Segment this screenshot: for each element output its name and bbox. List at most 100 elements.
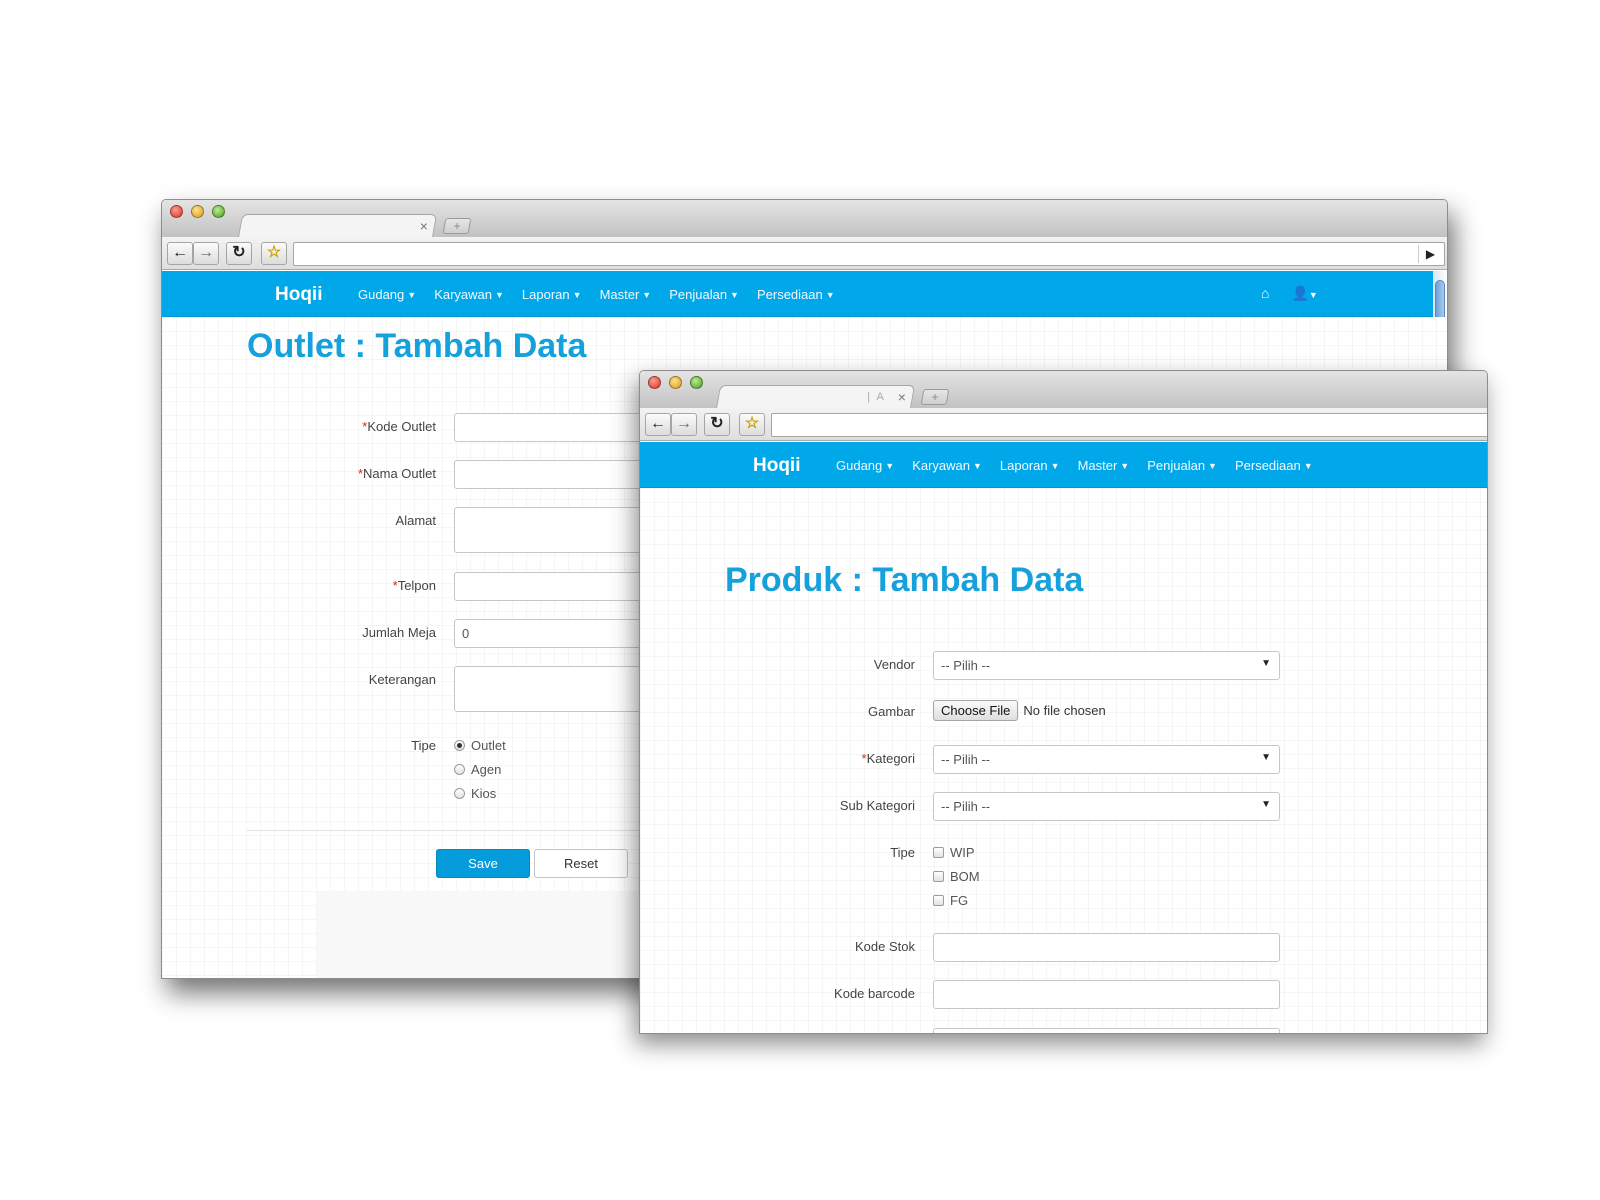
nama-outlet-label: *Nama Outlet xyxy=(357,466,436,481)
caret-down-icon: ▼ xyxy=(1050,461,1060,471)
select-arrow-icon: ▼ xyxy=(1261,658,1271,669)
star-icon: ☆ xyxy=(744,415,760,432)
kode-barcode-label: Kode barcode xyxy=(834,986,915,1001)
new-tab-button[interactable]: + xyxy=(920,389,950,405)
home-icon[interactable]: ⌂ xyxy=(1261,285,1269,302)
address-bar[interactable] xyxy=(771,413,1487,437)
menu-laporan[interactable]: Laporan ▼ xyxy=(522,287,582,302)
kategori-select[interactable]: -- Pilih -- ▼ xyxy=(933,745,1280,774)
tab-title: | A xyxy=(867,391,886,403)
menu-karyawan[interactable]: Karyawan ▼ xyxy=(912,458,982,473)
no-file-text: No file chosen xyxy=(1023,703,1106,718)
app-navbar: Hoqii Gudang ▼ Karyawan ▼ Laporan ▼ Master ▼… xyxy=(162,271,1447,317)
caret-down-icon: ▼ xyxy=(572,290,582,300)
browser-toolbar: ← → ↻ ☆ xyxy=(640,408,1487,441)
keterangan-textarea[interactable] xyxy=(454,666,654,712)
navbar-right: ⌂ 👤▼ xyxy=(1261,285,1318,302)
reload-button[interactable]: ↻ xyxy=(226,242,252,265)
menu-penjualan[interactable]: Penjualan ▼ xyxy=(669,287,739,302)
kode-stok-label: Kode Stok xyxy=(855,939,915,954)
page-title: Outlet : Tambah Data xyxy=(247,327,587,365)
caret-down-icon: ▼ xyxy=(1120,461,1130,471)
produk-browser-window: | A × + ← → ↻ ☆ Hoqii Gudang ▼ Karyawan ▼ … xyxy=(639,370,1488,1034)
save-button[interactable]: Save xyxy=(436,849,530,878)
caret-down-icon: ▼ xyxy=(730,290,739,300)
menu-persediaan[interactable]: Persediaan ▼ xyxy=(1235,458,1313,473)
select-arrow-icon: ▼ xyxy=(1261,799,1271,810)
kode-stok-input[interactable] xyxy=(933,933,1280,962)
minimize-window-button[interactable] xyxy=(669,376,682,389)
reload-icon: ↻ xyxy=(710,415,724,432)
nama-outlet-input[interactable] xyxy=(454,460,654,489)
new-tab-button[interactable]: + xyxy=(442,218,472,234)
telpon-input[interactable] xyxy=(454,572,654,601)
reset-button[interactable]: Reset xyxy=(534,849,628,878)
menu-persediaan[interactable]: Persediaan ▼ xyxy=(757,287,835,302)
zoom-window-button[interactable] xyxy=(690,376,703,389)
sub-kategori-select[interactable]: -- Pilih -- ▼ xyxy=(933,792,1280,821)
close-window-button[interactable] xyxy=(170,205,183,218)
checkbox-icon[interactable] xyxy=(933,871,944,882)
checkbox-icon[interactable] xyxy=(933,895,944,906)
kategori-label: *Kategori xyxy=(861,751,915,766)
close-window-button[interactable] xyxy=(648,376,661,389)
radio-icon[interactable] xyxy=(454,764,465,775)
main-menu: Gudang ▼ Karyawan ▼ Laporan ▼ Master ▼ Penju… xyxy=(358,287,835,302)
brand-logo[interactable]: Hoqii xyxy=(275,284,323,306)
menu-gudang[interactable]: Gudang ▼ xyxy=(836,458,894,473)
back-button[interactable]: ← xyxy=(645,413,671,436)
checkbox-icon[interactable] xyxy=(933,847,944,858)
menu-master[interactable]: Master ▼ xyxy=(1078,458,1130,473)
tipe-option-agen[interactable]: Agen xyxy=(454,762,501,777)
reload-button[interactable]: ↻ xyxy=(704,413,730,436)
kode-barcode-input[interactable] xyxy=(933,980,1280,1009)
minimize-window-button[interactable] xyxy=(191,205,204,218)
menu-master[interactable]: Master ▼ xyxy=(600,287,652,302)
tipe-option-bom[interactable]: BOM xyxy=(933,869,980,884)
kode-outlet-input[interactable] xyxy=(454,413,654,442)
file-input[interactable]: Choose File No file chosen xyxy=(933,700,1106,721)
forward-button[interactable]: → xyxy=(671,413,697,436)
caret-down-icon: ▼ xyxy=(642,290,652,300)
arrow-right-icon: → xyxy=(198,244,214,261)
radio-icon[interactable] xyxy=(454,788,465,799)
zoom-window-button[interactable] xyxy=(212,205,225,218)
tipe-option-fg[interactable]: FG xyxy=(933,893,968,908)
caret-down-icon: ▼ xyxy=(1303,461,1313,471)
arrow-right-icon: → xyxy=(676,415,692,432)
footer-panel xyxy=(317,891,647,978)
menu-karyawan[interactable]: Karyawan ▼ xyxy=(434,287,504,302)
window-titlebar: | A × + xyxy=(640,371,1487,409)
back-button[interactable]: ← xyxy=(167,242,193,265)
menu-laporan[interactable]: Laporan ▼ xyxy=(1000,458,1060,473)
window-controls xyxy=(170,205,225,218)
radio-selected-icon[interactable] xyxy=(454,740,465,751)
next-field-input[interactable] xyxy=(933,1028,1280,1033)
tipe-option-wip[interactable]: WIP xyxy=(933,845,975,860)
tipe-option-outlet[interactable]: Outlet xyxy=(454,738,506,753)
bookmark-button[interactable]: ☆ xyxy=(739,413,765,436)
menu-penjualan[interactable]: Penjualan ▼ xyxy=(1147,458,1217,473)
select-arrow-icon: ▼ xyxy=(1261,752,1271,763)
bookmark-button[interactable]: ☆ xyxy=(261,242,287,265)
user-menu[interactable]: 👤▼ xyxy=(1291,285,1317,302)
browser-tab[interactable]: | A × xyxy=(715,385,916,409)
tab-close-icon[interactable]: × xyxy=(898,389,906,405)
address-bar[interactable]: ▶ xyxy=(293,242,1445,266)
menu-gudang[interactable]: Gudang ▼ xyxy=(358,287,416,302)
brand-logo[interactable]: Hoqii xyxy=(753,455,801,477)
jumlah-meja-label: Jumlah Meja xyxy=(362,625,436,640)
app-navbar: Hoqii Gudang ▼ Karyawan ▼ Laporan ▼ Master ▼… xyxy=(640,442,1487,488)
user-icon: 👤 xyxy=(1291,285,1309,301)
tab-close-icon[interactable]: × xyxy=(420,218,428,234)
alamat-textarea[interactable] xyxy=(454,507,654,553)
tipe-option-kios[interactable]: Kios xyxy=(454,786,496,801)
forward-button[interactable]: → xyxy=(193,242,219,265)
jumlah-meja-input[interactable]: 0 xyxy=(454,619,654,648)
vendor-select[interactable]: -- Pilih -- ▼ xyxy=(933,651,1280,680)
window-controls xyxy=(648,376,703,389)
browser-tab[interactable]: × xyxy=(237,214,438,238)
choose-file-button[interactable]: Choose File xyxy=(933,700,1019,721)
keterangan-label: Keterangan xyxy=(368,672,436,687)
go-arrow-icon[interactable]: ▶ xyxy=(1418,245,1442,263)
